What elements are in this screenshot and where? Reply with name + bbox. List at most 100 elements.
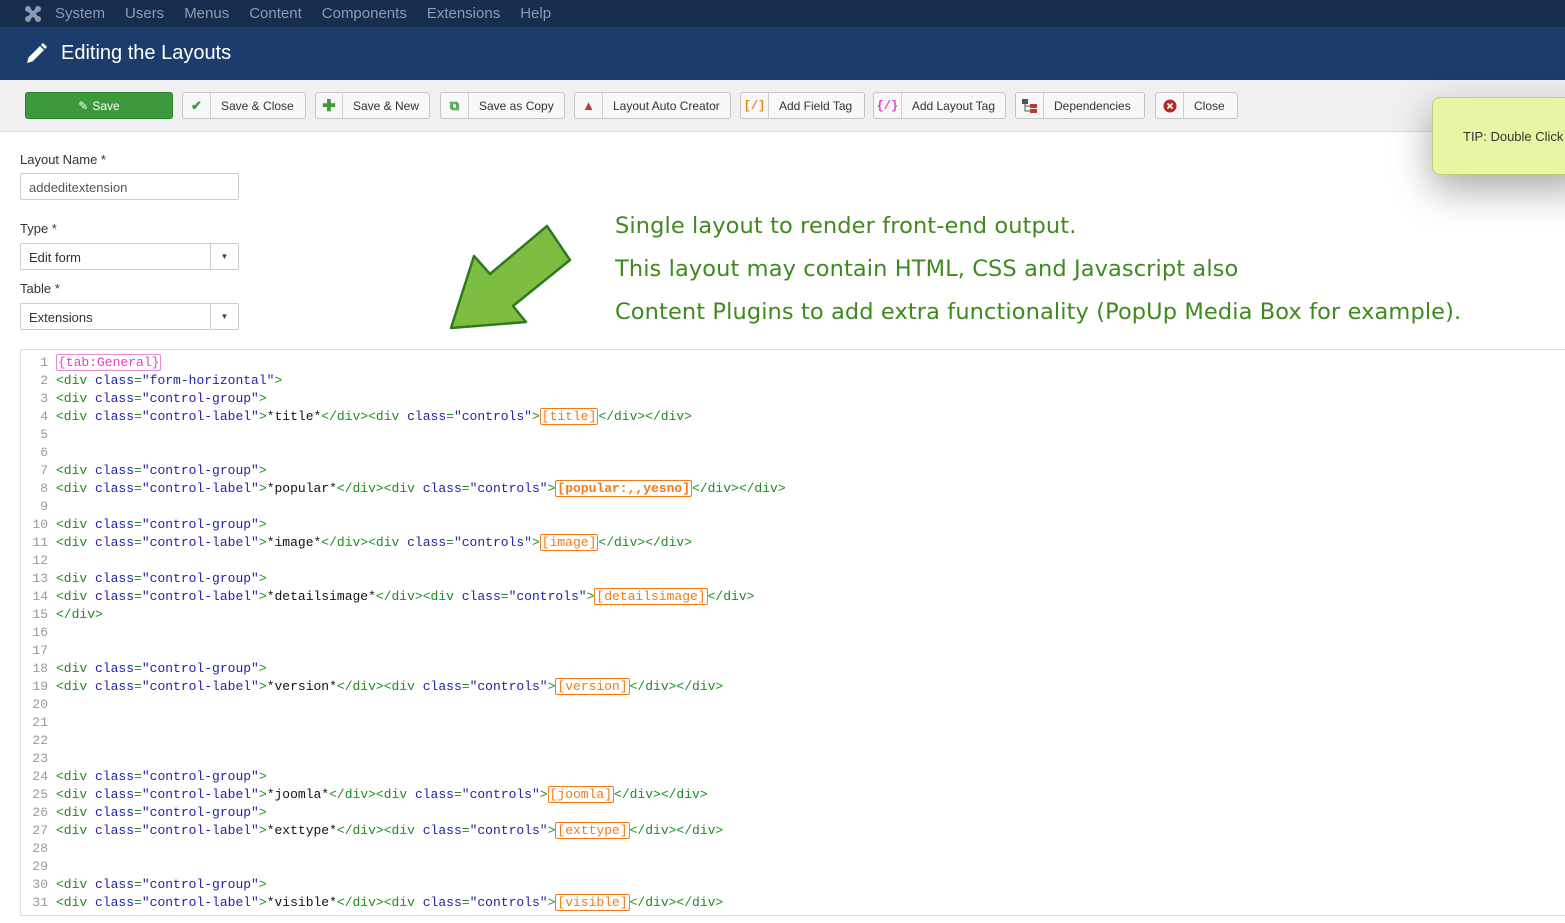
code-content: <div class="control-group"> (56, 876, 267, 894)
annotation-line-3: Content Plugins to add extra functionali… (615, 299, 1462, 325)
code-line[interactable]: 27 <div class="control-label">*exttype*</… (21, 822, 1565, 840)
table-select[interactable]: Extensions ▼ (20, 303, 239, 330)
code-line[interactable]: 26 <div class="control-group"> (21, 804, 1565, 822)
type-label: Type * (20, 221, 57, 236)
code-line[interactable]: 4 <div class="control-label">*title*</div… (21, 408, 1565, 426)
html-eq: = (134, 517, 142, 532)
html-tag: </div><div (321, 409, 408, 424)
html-tag: </div><div (336, 481, 423, 496)
line-number: 19 (32, 679, 48, 694)
code-line[interactable]: 1 {tab:General} (21, 354, 1565, 372)
html-attr-value: "controls" (469, 895, 548, 910)
code-line[interactable]: 20 (21, 696, 1565, 714)
html-eq: = (461, 679, 470, 694)
menu-users[interactable]: Users (125, 5, 164, 22)
html-tag: <div (56, 661, 96, 676)
save-button[interactable]: ✎ Save (25, 92, 173, 119)
code-line[interactable]: 11 <div class="control-label">*image*</di… (21, 534, 1565, 552)
menu-components[interactable]: Components (322, 5, 407, 22)
line-number: 18 (32, 661, 48, 676)
field-label-text: *popular* (266, 481, 337, 496)
html-tag: <div (56, 391, 96, 406)
code-line[interactable]: 28 (21, 840, 1565, 858)
html-attr-value: "controls" (453, 535, 532, 550)
code-line[interactable]: 8 <div class="control-label">*popular*</d… (21, 480, 1565, 498)
dependencies-button[interactable]: Dependencies (1015, 92, 1145, 119)
menu-extensions[interactable]: Extensions (427, 5, 500, 22)
html-tag: > (258, 895, 267, 910)
code-line[interactable]: 18 <div class="control-group"> (21, 660, 1565, 678)
html-attr: class (95, 409, 135, 424)
line-number: 29 (32, 859, 48, 874)
code-line[interactable]: 25 <div class="control-label">*joomla*</d… (21, 786, 1565, 804)
code-line[interactable]: 13 <div class="control-group"> (21, 570, 1565, 588)
html-tag: <div (56, 571, 96, 586)
html-eq: = (461, 823, 470, 838)
joomla-logo-icon[interactable] (23, 4, 43, 24)
code-line[interactable]: 3 <div class="control-group"> (21, 390, 1565, 408)
code-line[interactable]: 16 (21, 624, 1565, 642)
add-field-tag-button[interactable]: [/] Add Field Tag (740, 92, 865, 119)
tip-text: TIP: Double Click (1463, 128, 1564, 144)
html-attr: class (95, 661, 135, 676)
menu-system[interactable]: System (55, 5, 105, 22)
code-line[interactable]: 15 </div> (21, 606, 1565, 624)
type-selected-value: Edit form (29, 250, 82, 265)
layout-auto-creator-button[interactable]: ▲ Layout Auto Creator (574, 92, 731, 119)
code-line[interactable]: 17 (21, 642, 1565, 660)
code-line[interactable]: 30 <div class="control-group"> (21, 876, 1565, 894)
layout-tag: {tab:General} (56, 354, 162, 371)
menu-help[interactable]: Help (520, 5, 551, 22)
code-line[interactable]: 12 (21, 552, 1565, 570)
html-tag: </div></div> (598, 535, 693, 550)
line-number: 21 (32, 715, 48, 730)
code-line[interactable]: 2 <div class="form-horizontal"> (21, 372, 1565, 390)
layout-code-editor[interactable]: 1 {tab:General} 2 <div class="form-horizont… (20, 349, 1565, 916)
code-line[interactable]: 24 <div class="control-group"> (21, 768, 1565, 786)
html-tag: > (258, 805, 267, 820)
html-eq: = (134, 769, 142, 784)
code-content: <div class="control-label">*visible*</di… (56, 894, 723, 912)
close-button[interactable]: Close (1155, 92, 1238, 119)
save-close-button[interactable]: ✔ Save & Close (182, 92, 306, 119)
html-eq: = (134, 661, 142, 676)
line-number: 16 (32, 625, 48, 640)
code-line[interactable]: 5 (21, 426, 1565, 444)
code-line[interactable]: 9 (21, 498, 1565, 516)
code-line[interactable]: 10 <div class="control-group"> (21, 516, 1565, 534)
code-content: <div class="control-label">*detailsimage… (56, 588, 754, 606)
html-tag: <div (56, 895, 96, 910)
save-new-button[interactable]: ✚ Save & New (315, 92, 430, 119)
code-content: <div class="control-group"> (56, 462, 267, 480)
code-line[interactable]: 29 (21, 858, 1565, 876)
html-eq: = (134, 571, 142, 586)
menu-menus[interactable]: Menus (184, 5, 229, 22)
code-line[interactable]: 14 <div class="control-label">*detailsima… (21, 588, 1565, 606)
field-label-text: *exttype* (266, 823, 337, 838)
code-line[interactable]: 6 (21, 444, 1565, 462)
html-tag: </div></div> (692, 481, 786, 496)
code-line[interactable]: 19 <div class="control-label">*version*</… (21, 678, 1565, 696)
code-line[interactable]: 21 (21, 714, 1565, 732)
html-eq: = (134, 481, 142, 496)
menu-content[interactable]: Content (249, 5, 302, 22)
html-eq: = (134, 877, 142, 892)
field-tag: [version] (555, 678, 630, 695)
code-line[interactable]: 31 <div class="control-label">*visible*</… (21, 894, 1565, 912)
html-attr-value: "control-label" (141, 679, 259, 694)
line-number: 3 (40, 391, 48, 406)
save-as-copy-button[interactable]: ⧉ Save as Copy (440, 92, 565, 119)
line-number: 1 (40, 355, 48, 370)
html-attr: class (95, 769, 135, 784)
field-tag: [title] (539, 408, 599, 425)
line-number: 9 (40, 499, 48, 514)
html-attr: class (95, 535, 135, 550)
type-select[interactable]: Edit form ▼ (20, 243, 239, 270)
code-line[interactable]: 23 (21, 750, 1565, 768)
html-tag: > (258, 391, 267, 406)
add-layout-tag-button[interactable]: {/} Add Layout Tag (873, 92, 1006, 119)
code-line[interactable]: 22 (21, 732, 1565, 750)
code-line[interactable]: 7 <div class="control-group"> (21, 462, 1565, 480)
code-content: <div class="control-group"> (56, 660, 267, 678)
layout-name-input[interactable]: addeditextension (20, 173, 239, 200)
